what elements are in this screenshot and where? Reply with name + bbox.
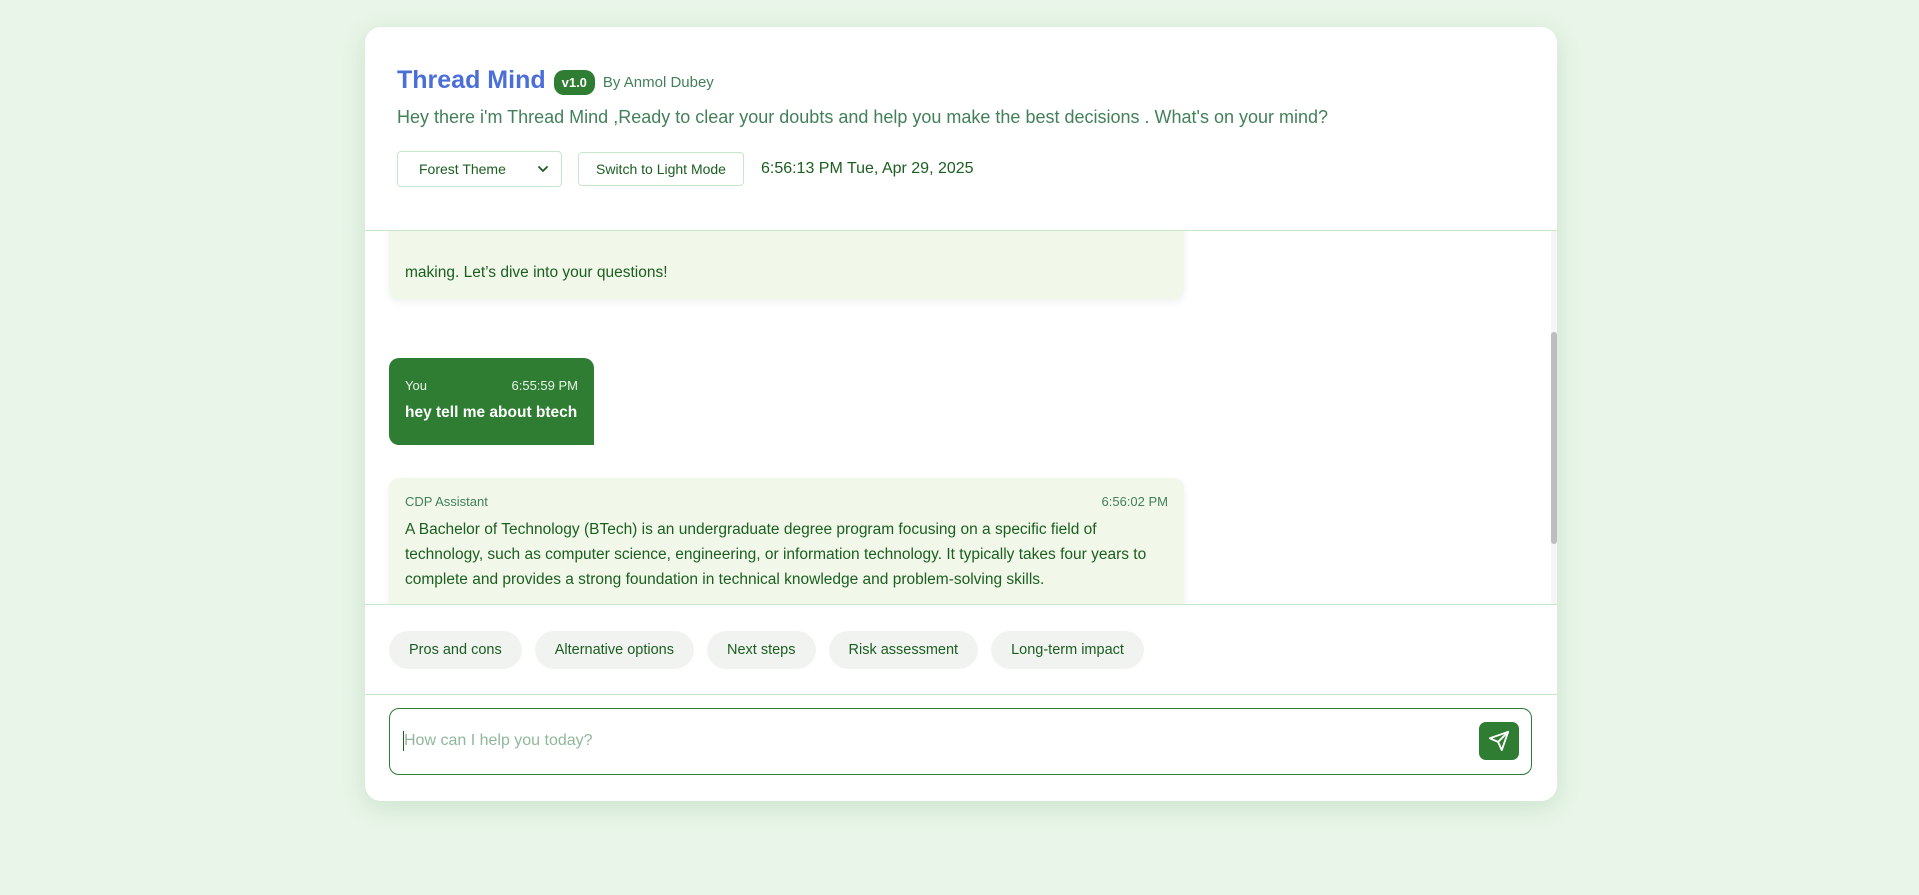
scrollbar[interactable] (1551, 231, 1557, 604)
author-credit: By Anmol Dubey (602, 73, 714, 91)
suggestion-chips: Pros and cons Alternative options Next s… (365, 604, 1557, 695)
switch-light-mode-button[interactable]: Switch to Light Mode (578, 152, 744, 186)
send-button[interactable] (1479, 722, 1519, 760)
message-list[interactable]: making. Let’s dive into your questions! … (365, 231, 1557, 604)
suggestion-chip-risk-assessment[interactable]: Risk assessment (828, 631, 979, 669)
suggestion-chip-alternative-options[interactable]: Alternative options (534, 631, 694, 669)
send-icon (1488, 730, 1510, 752)
message-text: A Bachelor of Technology (BTech) is an u… (405, 521, 1147, 588)
assistant-message: CDP Assistant 6:56:02 PM A Bachelor of T… (389, 478, 1184, 604)
chat-window: Thread Mind v1.0 By Anmol Dubey Hey ther… (365, 27, 1557, 801)
datetime-display: 6:56:13 PM Tue, Apr 29, 2025 (760, 160, 974, 177)
suggestion-chip-pros-cons[interactable]: Pros and cons (389, 631, 522, 669)
chevron-down-icon (538, 166, 548, 172)
theme-select-value: Forest Theme (419, 161, 506, 177)
theme-select[interactable]: Forest Theme (397, 151, 562, 187)
user-message: You 6:55:59 PM hey tell me about btech (389, 358, 594, 445)
suggestion-chip-long-term-impact[interactable]: Long-term impact (991, 631, 1144, 669)
welcome-subtitle: Hey there i'm Thread Mind ,Ready to clea… (397, 107, 1329, 127)
version-badge: v1.0 (553, 69, 595, 95)
message-meta: You 6:55:59 PM (405, 378, 578, 393)
message-meta: CDP Assistant 6:56:02 PM (405, 494, 1168, 509)
message-time: 6:56:02 PM (1101, 494, 1169, 509)
message-input[interactable] (402, 709, 1462, 773)
header-controls: Forest Theme Switch to Light Mode 6:56:1… (397, 151, 1525, 187)
assistant-message: making. Let’s dive into your questions! (389, 231, 1184, 299)
message-text: hey tell me about btech (405, 404, 578, 421)
message-input-container (389, 708, 1532, 775)
app-title: Thread Mind (397, 65, 546, 94)
message-text: making. Let’s dive into your questions! (405, 264, 668, 281)
scrollbar-thumb[interactable] (1551, 332, 1557, 544)
title-row: Thread Mind v1.0 By Anmol Dubey (397, 63, 1525, 97)
message-sender: You (405, 378, 427, 393)
message-sender: CDP Assistant (405, 494, 488, 509)
text-caret (403, 731, 404, 751)
message-time: 6:55:59 PM (511, 378, 579, 393)
chat-header: Thread Mind v1.0 By Anmol Dubey Hey ther… (365, 27, 1557, 231)
suggestion-chip-next-steps[interactable]: Next steps (707, 631, 816, 669)
